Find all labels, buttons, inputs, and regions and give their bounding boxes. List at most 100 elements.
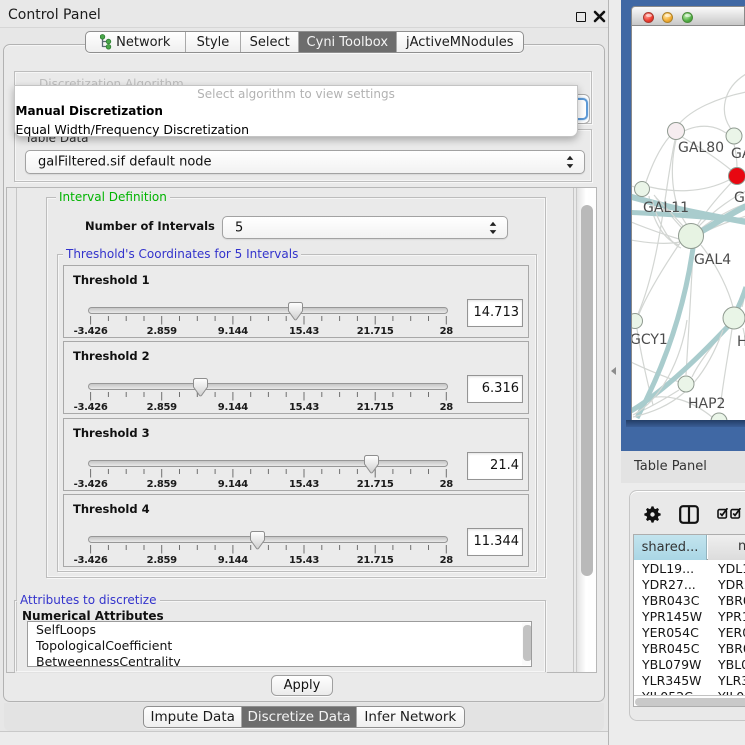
- table-panel-title: Table Panel: [634, 459, 707, 474]
- threshold-item-2: Threshold 2-3.4262.8599.14415.4321.71528…: [63, 341, 529, 414]
- network-window-titlebar[interactable]: [631, 6, 745, 26]
- control-panel-tabs: NetworkStyleSelectCyni Toolbox jActiveMNo…: [85, 31, 524, 53]
- slider-tick-label: 2.859: [147, 326, 177, 337]
- close-icon[interactable]: [593, 10, 606, 23]
- network-node-g[interactable]: [729, 168, 745, 185]
- table-row[interactable]: YPR145WYPR14: [634, 609, 745, 625]
- slider-tick-label: -3.426: [74, 555, 108, 566]
- numerical-attributes-list[interactable]: SelfLoopsTopologicalCoefficientBetweenne…: [27, 621, 532, 667]
- cell-shared-name: YDL19...: [642, 561, 694, 576]
- network-node-gal80[interactable]: [668, 123, 685, 140]
- table-header-name[interactable]: name: [708, 535, 745, 560]
- tab-network[interactable]: Network: [86, 32, 186, 52]
- tab-impute-data[interactable]: Impute Data: [144, 707, 242, 727]
- slider-track[interactable]: [88, 536, 448, 543]
- network-node-gcy1[interactable]: [632, 314, 643, 329]
- network-canvas[interactable]: GAL80GAGGAL11GAL4GCY1HHAP2: [631, 26, 745, 420]
- attribute-list-item[interactable]: TopologicalCoefficient: [28, 638, 531, 654]
- slider-thumb[interactable]: [250, 531, 265, 550]
- network-node-gal11[interactable]: [635, 182, 650, 197]
- tab-jactivemnodules[interactable]: jActiveMNodules: [397, 32, 523, 52]
- attributes-scrollbar-thumb[interactable]: [523, 625, 532, 661]
- tab-infer-network[interactable]: Infer Network: [357, 707, 464, 727]
- zoom-traffic-light[interactable]: [682, 12, 693, 23]
- slider-ticks: [64, 545, 530, 555]
- slider-tick-label: 15.43: [289, 402, 319, 413]
- vertical-scrollbar[interactable]: [576, 188, 597, 673]
- interval-definition-label: Interval Definition: [56, 190, 170, 204]
- network-edge[interactable]: [650, 180, 729, 191]
- table-header-shared-name[interactable]: shared...: [634, 535, 707, 560]
- attribute-list-item[interactable]: BetweennessCentrality: [28, 654, 531, 667]
- network-edge[interactable]: [724, 74, 745, 129]
- slider-track[interactable]: [88, 383, 448, 390]
- table-row[interactable]: YLR345WYLR34: [634, 673, 745, 689]
- vertical-scrollbar-thumb[interactable]: [581, 205, 593, 576]
- slider-tick-label: 21.715: [357, 326, 394, 337]
- apply-button[interactable]: Apply: [271, 675, 333, 696]
- cell-shared-name: YBL079W: [642, 657, 701, 672]
- gear-icon[interactable]: [644, 506, 661, 523]
- popup-item-equal-width[interactable]: Equal Width/Frequency Discretization: [15, 121, 577, 138]
- network-node-hap2[interactable]: [678, 376, 694, 392]
- network-node-label: HAP2: [688, 396, 725, 412]
- network-edge[interactable]: [639, 243, 680, 314]
- network-node-h[interactable]: [723, 307, 745, 329]
- table-row[interactable]: YDR27...YDR27: [634, 577, 745, 593]
- network-node-gal4[interactable]: [679, 224, 704, 249]
- horizontal-scrollbar-thumb[interactable]: [635, 698, 745, 707]
- table-row[interactable]: YBR045CYBR04: [634, 641, 745, 657]
- network-edge[interactable]: [684, 126, 726, 133]
- close-traffic-light[interactable]: [643, 12, 654, 23]
- tab-select[interactable]: Select: [241, 32, 299, 52]
- network-edge[interactable]: [646, 136, 670, 182]
- threshold-value-field[interactable]: 6.316: [467, 375, 523, 403]
- slider-tick-label: -3.426: [74, 402, 108, 413]
- tab-label: jActiveMNodules: [406, 35, 514, 50]
- table-row[interactable]: YBL079WYBL07: [634, 657, 745, 673]
- attributes-scrollbar[interactable]: [522, 623, 532, 665]
- slider-ticks: [64, 392, 530, 402]
- popup-item-manual-discretization[interactable]: Manual Discretization: [15, 103, 577, 120]
- network-node[interactable]: [711, 413, 727, 420]
- tab-cyni-toolbox[interactable]: Cyni Toolbox: [299, 32, 397, 52]
- slider-thumb[interactable]: [193, 378, 208, 397]
- table-row[interactable]: YER054CYER05: [634, 625, 745, 641]
- table-body: YDL19... YDL19YDR27...YDR27YBR043CYBR04YP…: [634, 561, 745, 706]
- splitter-collapse-arrow-icon[interactable]: [611, 367, 616, 375]
- table-header-name-label: name: [738, 539, 745, 554]
- popup-prompt: Select algorithm to view settings: [15, 86, 577, 103]
- threshold-value-field[interactable]: 21.4: [467, 452, 523, 480]
- cell-shared-name: YBR043C: [642, 593, 699, 608]
- checkbox-icon[interactable]: [730, 508, 741, 519]
- attribute-list-item[interactable]: SelfLoops: [28, 622, 531, 638]
- split-columns-icon[interactable]: [679, 505, 699, 524]
- threshold-label: Threshold 4: [73, 502, 150, 516]
- slider-track[interactable]: [88, 460, 448, 467]
- minimize-traffic-light[interactable]: [662, 12, 673, 23]
- table-data-combo[interactable]: galFiltered.sif default node: [25, 150, 585, 174]
- tab-discretize-data[interactable]: Discretize Data: [242, 707, 356, 727]
- network-edge[interactable]: [632, 222, 679, 239]
- float-window-icon[interactable]: [576, 12, 586, 22]
- tab-style[interactable]: Style: [186, 32, 242, 52]
- cell-shared-name: YLR345W: [642, 673, 702, 688]
- number-of-intervals-combo[interactable]: 5: [222, 216, 508, 239]
- slider-tick-label: 28: [440, 555, 453, 566]
- threshold-value-field[interactable]: 14.713: [467, 299, 523, 327]
- combo-updown-arrows-icon: [566, 156, 574, 169]
- checkbox-icon[interactable]: [717, 508, 728, 519]
- slider-tick-label: -3.426: [74, 326, 108, 337]
- network-edge[interactable]: [679, 92, 745, 124]
- slider-tick-label: 28: [440, 326, 453, 337]
- network-node-ga[interactable]: [726, 128, 742, 144]
- attributes-group-label: Attributes to discretize: [17, 593, 160, 607]
- threshold-value-field[interactable]: 11.344: [467, 528, 523, 556]
- slider-track[interactable]: [88, 307, 448, 314]
- slider-thumb[interactable]: [364, 455, 379, 474]
- cell-name: YDL19: [718, 561, 745, 576]
- table-row[interactable]: YBR043CYBR04: [634, 593, 745, 609]
- slider-thumb[interactable]: [288, 302, 303, 321]
- horizontal-scrollbar[interactable]: [634, 695, 745, 707]
- table-row[interactable]: YDL19... YDL19: [634, 561, 745, 577]
